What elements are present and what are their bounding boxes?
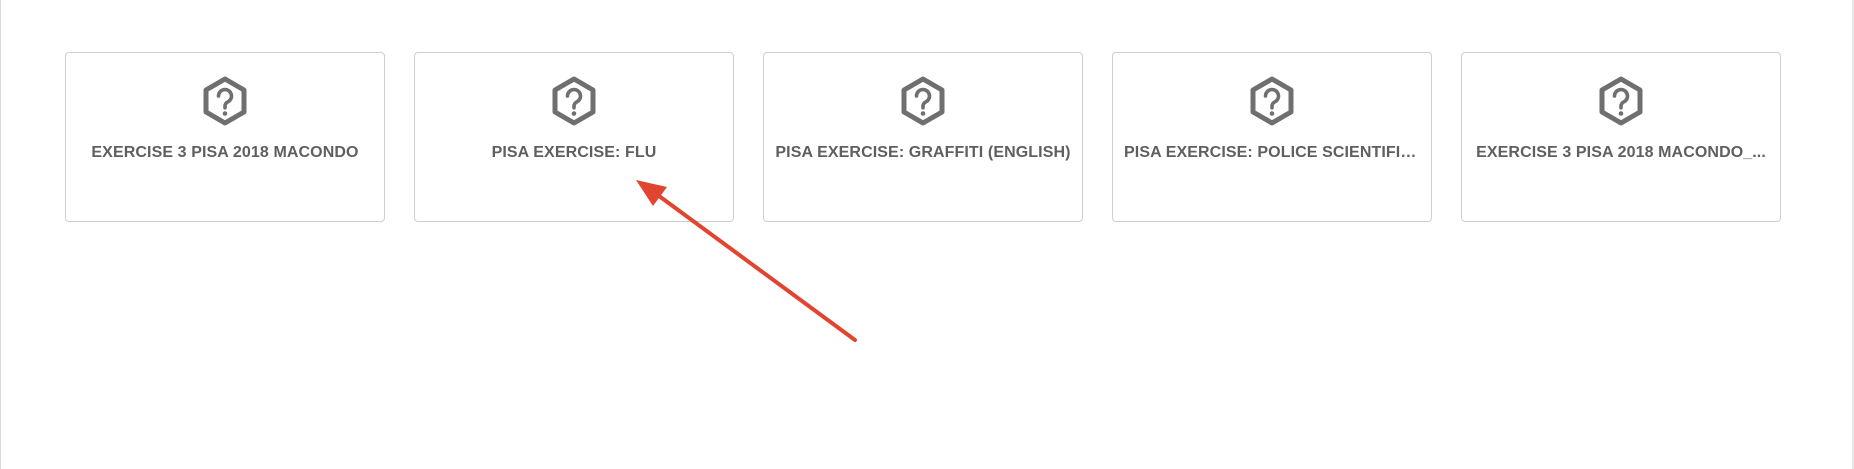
exercise-card-grid: EXERCISE 3 PISA 2018 MACONDO PISA EXERCI…: [65, 52, 1781, 222]
exercise-card-title: EXERCISE 3 PISA 2018 MACONDO_...: [1476, 144, 1766, 161]
exercise-card-title: PISA EXERCISE: POLICE SCIENTIFIC...: [1124, 144, 1420, 161]
exercise-card-title: EXERCISE 3 PISA 2018 MACONDO: [91, 144, 359, 161]
exercise-card-title: PISA EXERCISE: FLU: [491, 144, 657, 161]
question-hexagon-icon: [1250, 76, 1294, 126]
exercise-card-title: PISA EXERCISE: GRAFFITI (ENGLISH): [775, 144, 1071, 161]
left-divider: [0, 0, 1, 469]
exercise-card[interactable]: EXERCISE 3 PISA 2018 MACONDO_...: [1461, 52, 1781, 222]
question-hexagon-icon: [901, 76, 945, 126]
question-hexagon-icon: [203, 76, 247, 126]
exercise-card[interactable]: EXERCISE 3 PISA 2018 MACONDO: [65, 52, 385, 222]
exercise-card[interactable]: PISA EXERCISE: POLICE SCIENTIFIC...: [1112, 52, 1432, 222]
exercise-card[interactable]: PISA EXERCISE: GRAFFITI (ENGLISH): [763, 52, 1083, 222]
question-hexagon-icon: [1599, 76, 1643, 126]
question-hexagon-icon: [552, 76, 596, 126]
exercise-card[interactable]: PISA EXERCISE: FLU: [414, 52, 734, 222]
